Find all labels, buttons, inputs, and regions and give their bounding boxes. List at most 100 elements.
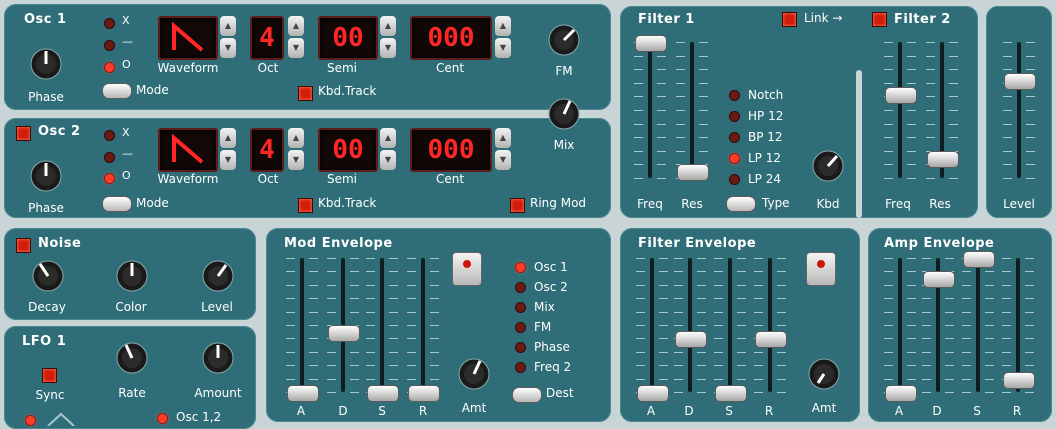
mod-env-a-slider-track[interactable] [300,258,304,392]
mod-env-dest-led[interactable] [516,363,525,372]
osc2-kbd-track-button[interactable] [298,198,313,213]
osc2-phase-knob[interactable] [28,158,64,194]
down-icon[interactable]: ▼ [288,150,304,170]
up-icon[interactable]: ▲ [220,16,236,36]
osc2-semi-spinner[interactable]: ▲ ▼ [380,128,396,170]
osc1-phase-knob[interactable] [28,46,64,82]
osc1-o-led[interactable] [105,63,114,72]
filter-type-led[interactable] [730,91,739,100]
filter-env-invert-button[interactable] [806,252,836,286]
osc1-x-led[interactable] [105,19,114,28]
mod-env-s-slider-handle[interactable] [367,385,399,402]
down-icon[interactable]: ▼ [220,150,236,170]
filter1-type-button[interactable] [726,196,756,212]
fm-knob[interactable] [546,22,582,58]
osc1-dash-led[interactable] [105,41,114,50]
filter-type-led[interactable] [730,154,739,163]
osc1-cent-spinner[interactable]: ▲ ▼ [495,16,511,58]
noise-level-knob[interactable] [200,258,236,294]
lfo-wave-led[interactable] [26,416,35,425]
osc2-cent-spinner[interactable]: ▲ ▼ [495,128,511,170]
mod-env-amt-knob[interactable] [456,356,492,392]
filter2-freq-slider-handle[interactable] [885,86,917,104]
osc1-waveform-spinner[interactable]: ▲ ▼ [220,16,236,58]
mod-env-s-slider-track[interactable] [380,258,384,392]
osc2-o-led[interactable] [105,174,114,183]
osc2-oct-spinner[interactable]: ▲ ▼ [288,128,304,170]
up-icon[interactable]: ▲ [288,16,304,36]
osc2-x-led[interactable] [105,131,114,140]
lfo-rate-knob[interactable] [114,340,150,376]
mod-env-dest-led[interactable] [516,323,525,332]
osc2-waveform-spinner[interactable]: ▲ ▼ [220,128,236,170]
mod-env-dest-led[interactable] [516,343,525,352]
lfo-sync-button[interactable] [42,368,57,383]
amp-env-r-slider-handle[interactable] [1003,371,1035,389]
osc1-semi-spinner[interactable]: ▲ ▼ [380,16,396,58]
mod-env-dest-led[interactable] [516,303,525,312]
down-icon[interactable]: ▼ [380,150,396,170]
amp-env-d-slider-handle[interactable] [923,271,955,289]
filter1-freq-slider-handle[interactable] [635,35,667,52]
up-icon[interactable]: ▲ [220,128,236,148]
noise-color-knob[interactable] [114,258,150,294]
amp-env-a-slider-track[interactable] [898,258,902,392]
filter2-res-slider-handle[interactable] [927,150,959,168]
mod-env-a-slider-handle[interactable] [287,385,319,402]
mod-env-dest-button[interactable] [512,387,542,403]
mod-env-d-slider-handle[interactable] [328,324,360,342]
noise-decay-knob[interactable] [30,258,66,294]
filter-env-a-slider-track[interactable] [650,258,654,392]
mod-env-dest-led[interactable] [516,263,525,272]
up-icon[interactable]: ▲ [495,16,511,36]
osc2-mode-button[interactable] [102,196,132,212]
filter-link-button[interactable] [782,12,797,27]
mod-env-dest-led[interactable] [516,283,525,292]
filter-env-s-slider-track[interactable] [728,258,732,392]
mod-env-r-slider-track[interactable] [421,258,425,392]
mod-env-invert-button[interactable] [452,252,482,286]
down-icon[interactable]: ▼ [220,38,236,58]
filter1-res-slider-track[interactable] [690,42,694,178]
filter-env-s-slider-handle[interactable] [715,385,747,402]
down-icon[interactable]: ▼ [288,38,304,58]
down-icon[interactable]: ▼ [495,150,511,170]
filter-env-r-slider-handle[interactable] [755,331,787,349]
noise-enable-button[interactable] [16,238,31,253]
filter-env-d-slider-track[interactable] [688,258,692,392]
level-slider-track[interactable] [1017,42,1021,178]
lfo-amount-knob[interactable] [200,340,236,376]
filter-type-led[interactable] [730,112,739,121]
lfo-dest-led[interactable] [158,414,167,423]
amp-env-a-slider-handle[interactable] [885,385,917,402]
osc1-mode-button[interactable] [102,83,132,99]
filter1-kbd-knob[interactable] [810,148,846,184]
filter2-freq-slider-track[interactable] [898,42,902,178]
osc2-enable-button[interactable] [16,126,31,141]
down-icon[interactable]: ▼ [380,38,396,58]
filter-env-amt-knob[interactable] [806,356,842,392]
level-slider-handle[interactable] [1004,73,1036,91]
mod-env-r-slider-handle[interactable] [408,385,440,402]
amp-env-s-slider-track[interactable] [976,258,980,392]
osc2-dash-led[interactable] [105,153,114,162]
ring-mod-button[interactable] [510,198,525,213]
osc1-kbd-track-button[interactable] [298,86,313,101]
down-icon[interactable]: ▼ [495,38,511,58]
filter1-res-slider-handle[interactable] [677,164,709,182]
osc1-oct-spinner[interactable]: ▲ ▼ [288,16,304,58]
filter-type-led[interactable] [730,175,739,184]
filter-type-led[interactable] [730,133,739,142]
up-icon[interactable]: ▲ [495,128,511,148]
filter-env-a-slider-handle[interactable] [637,385,669,402]
filter-env-r-slider-track[interactable] [768,258,772,392]
filter-env-d-slider-handle[interactable] [675,331,707,349]
filter2-enable-button[interactable] [872,12,887,27]
up-icon[interactable]: ▲ [288,128,304,148]
filter1-freq-slider-track[interactable] [648,42,652,178]
amp-env-s-slider-handle[interactable] [963,251,995,268]
mix-knob[interactable] [546,96,582,132]
mod-env-s-slider-tick [389,311,398,313]
up-icon[interactable]: ▲ [380,16,396,36]
up-icon[interactable]: ▲ [380,128,396,148]
